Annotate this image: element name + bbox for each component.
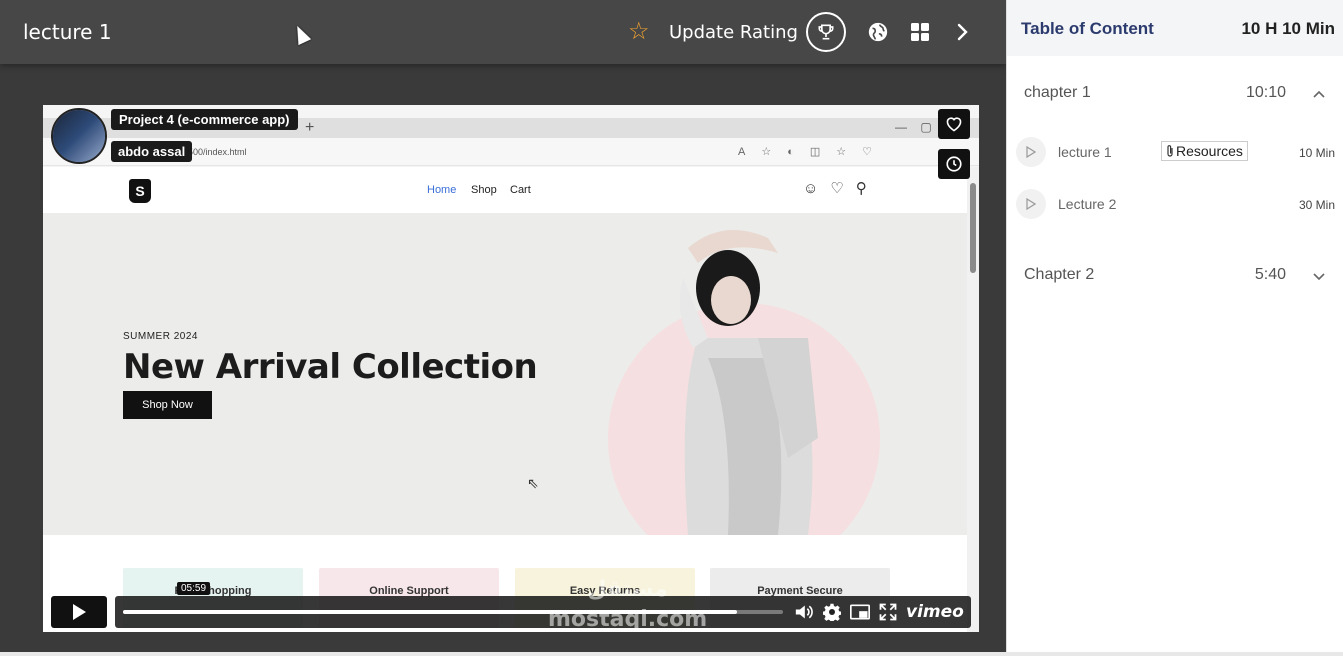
chevron-right-icon: [957, 23, 968, 41]
globe-icon: [868, 22, 888, 42]
fullscreen-button[interactable]: [878, 602, 898, 622]
next-lecture-button[interactable]: [950, 20, 974, 44]
cart-icon: ⚲: [855, 180, 879, 197]
chapter-name: chapter 1: [1024, 84, 1091, 101]
update-rating-button[interactable]: Update Rating: [669, 22, 798, 43]
grid-view-button[interactable]: [908, 20, 932, 44]
video-player[interactable]: + — ▢ 500/index.html A☆◐◫☆♡ S Home Shop …: [43, 105, 979, 632]
nav-shop: Shop: [471, 184, 497, 196]
paperclip-icon: [1167, 145, 1173, 157]
gear-icon: [823, 603, 841, 621]
toc-header: Table of Content 10 H 10 Min: [1007, 0, 1343, 56]
trophy-icon: [818, 24, 834, 40]
clock-icon: [946, 156, 962, 172]
resources-label: Resources: [1176, 143, 1243, 159]
watermark-text: مستقل mostaql.com: [548, 575, 707, 635]
toc-title: Table of Content: [1021, 19, 1154, 38]
lecture-item[interactable]: lecture 1 Resources 10 Min: [1007, 131, 1343, 171]
chapter-2-header[interactable]: Chapter 2 5:40: [1007, 256, 1343, 296]
lecture-duration: 10 Min: [1298, 146, 1335, 160]
player-controls: 05:59 vimeo: [51, 582, 971, 628]
fullscreen-icon: [879, 603, 897, 621]
author-name-tag[interactable]: abdo assal: [111, 141, 193, 162]
hero-subtitle: SUMMER 2024: [123, 331, 198, 342]
language-button[interactable]: [866, 20, 890, 44]
lecture-name: Lecture 2: [1058, 196, 1117, 212]
like-button[interactable]: [938, 109, 970, 139]
lecture-title: lecture 1: [23, 20, 112, 44]
course-player-app: lecture 1 ☆ Update Rating + — ▢ 500/inde…: [0, 0, 1343, 656]
author-avatar[interactable]: [51, 108, 107, 164]
shopping-bag-logo-icon: S: [129, 179, 151, 203]
lecture-duration: 30 Min: [1298, 198, 1335, 212]
hero-banner: SUMMER 2024 New Arrival Collection Shop …: [43, 213, 967, 575]
resources-button[interactable]: Resources: [1161, 141, 1248, 161]
star-icon[interactable]: ☆: [628, 20, 650, 44]
lecture-play-button[interactable]: [1016, 189, 1046, 219]
volume-button[interactable]: [794, 602, 814, 622]
recorded-cursor-icon: ⇖: [527, 475, 539, 491]
play-outline-icon: [1026, 198, 1036, 210]
course-title-tag[interactable]: Project 4 (e-commerce app): [111, 109, 298, 130]
nav-cart: Cart: [510, 184, 531, 196]
heart-icon: ♡: [830, 180, 856, 197]
volume-icon: [795, 605, 813, 619]
minimize-icon: — ▢: [895, 120, 932, 134]
mouse-cursor-icon: [290, 22, 312, 46]
trophy-button[interactable]: [806, 12, 846, 52]
recorded-scrollbar: [967, 167, 979, 632]
hero-model-image: [679, 230, 818, 535]
pip-button[interactable]: [850, 602, 870, 622]
table-of-content-sidebar: Table of Content 10 H 10 Min chapter 1 1…: [1006, 0, 1343, 656]
play-outline-icon: [1026, 146, 1036, 158]
settings-button[interactable]: [822, 602, 842, 622]
picture-in-picture-icon: [850, 604, 870, 620]
chapter-duration: 10:10: [1245, 84, 1286, 101]
toc-total-duration: 10 H 10 Min: [1241, 19, 1335, 38]
chevron-down-icon: [1313, 273, 1325, 281]
site-navbar: S Home Shop Cart ☺♡⚲: [43, 167, 967, 213]
shop-now-button: Shop Now: [123, 391, 212, 419]
site-user-icons: ☺♡⚲: [803, 179, 879, 197]
user-icon: ☺: [803, 180, 831, 197]
chevron-up-icon: [1313, 90, 1325, 98]
heart-icon: [946, 117, 962, 132]
scroll-thumb: [970, 183, 976, 273]
avatar-image: [53, 110, 105, 162]
chapter-1-header[interactable]: chapter 1 10:10: [1007, 74, 1343, 114]
browser-toolbar-icons: A☆◐◫☆♡: [738, 146, 888, 158]
chapter-duration: 5:40: [1254, 266, 1286, 283]
vimeo-logo[interactable]: vimeo: [906, 602, 964, 622]
player-area: lecture 1 ☆ Update Rating + — ▢ 500/inde…: [0, 0, 1006, 652]
new-tab-icon: +: [305, 119, 315, 136]
hero-title: New Arrival Collection: [123, 347, 538, 387]
play-button[interactable]: [51, 596, 107, 628]
browser-url: 500/index.html: [188, 147, 247, 157]
lecture-item[interactable]: Lecture 2 30 Min: [1007, 183, 1343, 223]
chapter-name: Chapter 2: [1024, 266, 1095, 283]
lecture-play-button[interactable]: [1016, 137, 1046, 167]
bottom-divider: [0, 652, 1343, 656]
grid-icon: [911, 23, 929, 41]
nav-home: Home: [427, 184, 457, 196]
current-time: 05:59: [177, 582, 211, 595]
watch-later-button[interactable]: [938, 149, 970, 179]
watermark: مستقل mostaql.com: [548, 577, 708, 632]
play-icon: [73, 604, 86, 620]
player-topbar: lecture 1 ☆ Update Rating: [0, 0, 1006, 64]
lecture-name: lecture 1: [1058, 144, 1112, 160]
control-bar: 05:59 vimeo: [115, 582, 971, 628]
